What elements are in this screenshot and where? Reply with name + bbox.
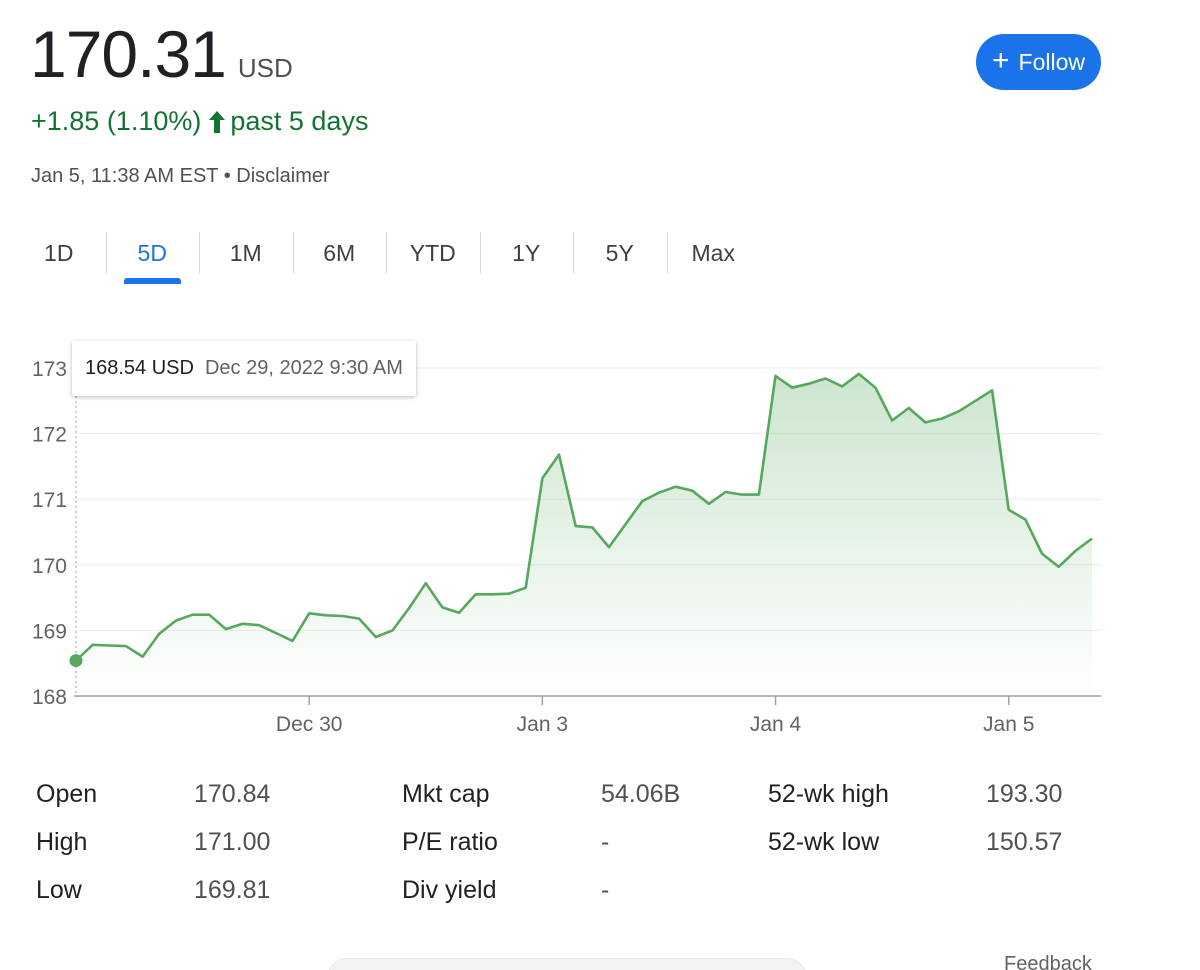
stat-value-high: 171.00	[194, 828, 271, 856]
follow-label: Follow	[1018, 48, 1085, 75]
y-tick-label: 173	[32, 358, 67, 381]
y-tick-label: 170	[32, 555, 67, 578]
stat-value-mkt-cap: 54.06B	[601, 780, 681, 808]
stat-value-52wk-high: 193.30	[986, 780, 1063, 808]
y-tick-label: 171	[32, 489, 67, 512]
y-tick-label: 168	[32, 686, 67, 709]
disclaimer-link[interactable]: Disclaimer	[236, 165, 329, 187]
arrow-up-icon	[208, 110, 226, 134]
x-tick-label: Dec 30	[276, 713, 343, 736]
x-tick-label: Jan 4	[750, 713, 802, 736]
tab-max[interactable]: Max	[666, 230, 761, 276]
tab-ytd[interactable]: YTD	[386, 230, 480, 276]
stat-value-div-yield: -	[601, 876, 610, 904]
meta-separator: •	[223, 165, 231, 187]
stat-value-low: 169.81	[194, 876, 271, 904]
stat-label-mkt-cap: Mkt cap	[402, 780, 490, 808]
stat-value-52wk-low: 150.57	[986, 828, 1063, 856]
chart-tooltip: 168.54 USD Dec 29, 2022 9:30 AM	[72, 341, 416, 396]
tab-5y[interactable]: 5Y	[573, 230, 667, 276]
range-tabs: 1D 5D 1M 6M YTD 1Y 5Y Max	[12, 230, 760, 286]
quote-timestamp: Jan 5, 11:38 AM EST	[31, 165, 219, 187]
x-tick-label: Jan 3	[517, 713, 568, 736]
tab-6m[interactable]: 6M	[292, 230, 387, 276]
price-area	[76, 373, 1092, 696]
tab-1m[interactable]: 1M	[199, 230, 293, 276]
stat-label-div-yield: Div yield	[402, 876, 497, 904]
stat-label-open: Open	[36, 780, 98, 808]
tab-5d[interactable]: 5D	[105, 230, 200, 284]
stat-value-pe-ratio: -	[601, 828, 610, 856]
current-price: 170.31	[30, 17, 227, 91]
x-tick-label: Jan 5	[983, 713, 1034, 736]
more-about-button[interactable]	[327, 958, 807, 970]
stat-label-low: Low	[36, 876, 82, 904]
tooltip-value: 168.54 USD	[85, 357, 194, 379]
stat-label-high: High	[36, 828, 88, 856]
price-header: 170.31 USD	[30, 18, 293, 90]
follow-button[interactable]: + Follow	[976, 34, 1101, 90]
stat-value-open: 170.84	[194, 780, 271, 808]
stat-label-pe-ratio: P/E ratio	[402, 828, 498, 856]
change-value: +1.85 (1.10%)	[31, 106, 202, 136]
plus-icon: +	[992, 43, 1010, 77]
tooltip-date: Dec 29, 2022 9:30 AM	[204, 357, 403, 379]
stat-label-52wk-high: 52-wk high	[768, 780, 889, 808]
y-tick-label: 169	[32, 620, 67, 643]
hover-point	[69, 654, 83, 668]
y-tick-label: 172	[32, 424, 67, 447]
tab-1y[interactable]: 1Y	[479, 230, 574, 276]
tab-1d[interactable]: 1D	[12, 230, 106, 276]
change-period: past 5 days	[230, 106, 369, 136]
currency-label: USD	[237, 53, 293, 83]
feedback-link[interactable]: Feedback	[1004, 953, 1092, 970]
quote-meta: Jan 5, 11:38 AM EST • Disclaimer	[31, 165, 330, 188]
price-change: +1.85 (1.10%) past 5 days	[31, 106, 368, 137]
stat-label-52wk-low: 52-wk low	[768, 828, 880, 856]
